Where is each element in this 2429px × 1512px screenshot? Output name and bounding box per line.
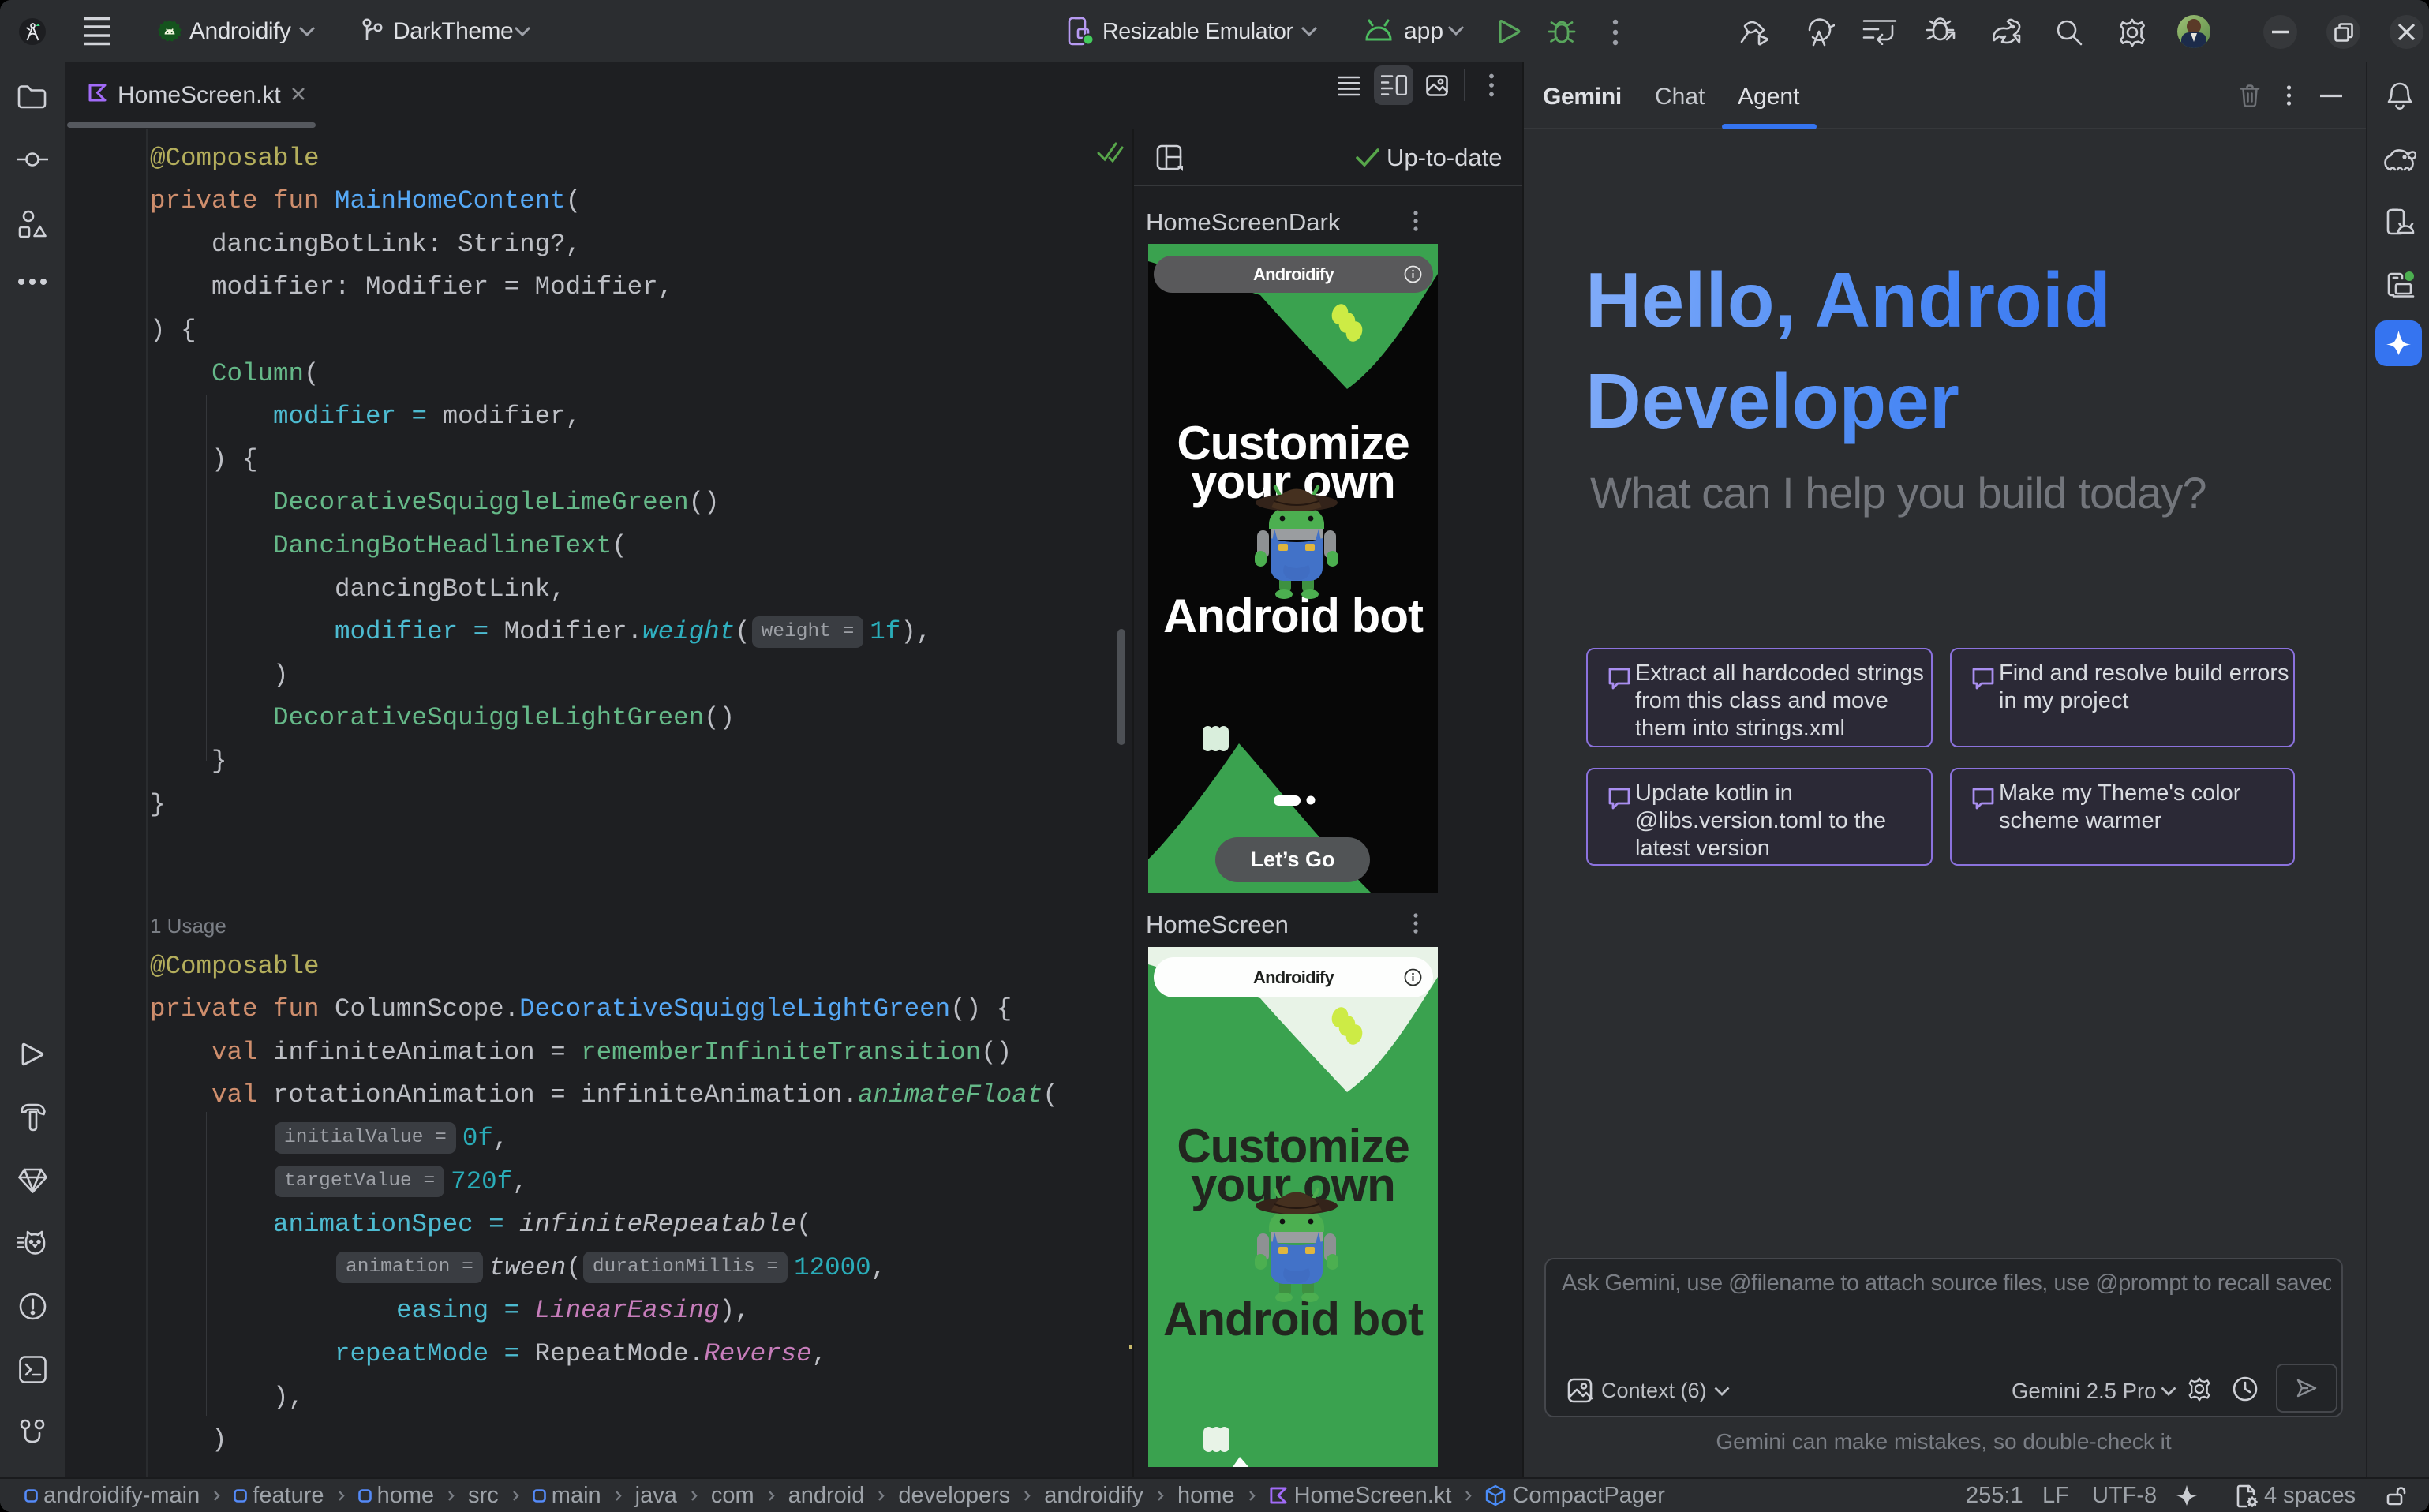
svg-text:Let’s Go: Let’s Go <box>1250 848 1334 871</box>
